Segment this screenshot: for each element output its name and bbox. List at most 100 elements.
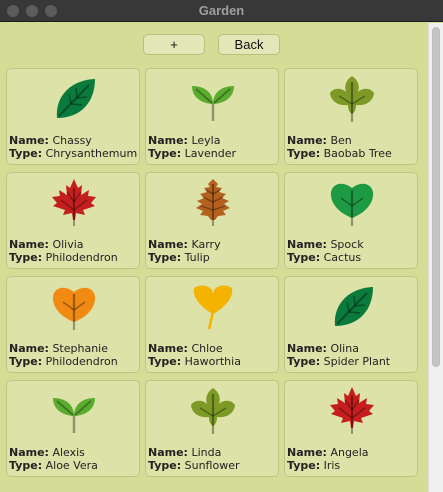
- heart-leaf-icon: [327, 178, 377, 228]
- type-label: Type:: [287, 147, 321, 160]
- plant-name-row: Name: Ben: [287, 134, 392, 147]
- oak-leaf-icon: [188, 178, 238, 228]
- plant-info: Name: Ben Type: Baobab Tree: [287, 134, 392, 160]
- window-titlebar: Garden: [0, 0, 443, 22]
- type-label: Type:: [148, 251, 182, 264]
- plant-name: Spock: [330, 238, 364, 251]
- plant-type: Lavender: [184, 147, 236, 160]
- sprout-icon: [188, 74, 238, 124]
- plant-name: Linda: [191, 446, 222, 459]
- plant-type-row: Type: Baobab Tree: [287, 147, 392, 160]
- plant-name: Leyla: [191, 134, 221, 147]
- plant-name-row: Name: Chassy: [9, 134, 137, 147]
- plant-name: Alexis: [52, 446, 85, 459]
- heart-leaf-icon: [49, 282, 99, 332]
- plant-name-row: Name: Alexis: [9, 446, 98, 459]
- name-label: Name:: [148, 342, 188, 355]
- plant-card[interactable]: Name: Stephanie Type: Philodendron: [6, 276, 140, 373]
- plant-type: Haworthia: [184, 355, 241, 368]
- plant-name-row: Name: Olivia: [9, 238, 118, 251]
- plant-info: Name: Olina Type: Spider Plant: [287, 342, 390, 368]
- add-plant-button[interactable]: +: [143, 34, 205, 55]
- maple-leaf-icon: [49, 178, 99, 228]
- plant-name-row: Name: Stephanie: [9, 342, 118, 355]
- plant-name-row: Name: Angela: [287, 446, 369, 459]
- name-label: Name:: [148, 446, 188, 459]
- plant-info: Name: Olivia Type: Philodendron: [9, 238, 118, 264]
- plant-type-row: Type: Tulip: [148, 251, 221, 264]
- plant-name: Ben: [330, 134, 352, 147]
- name-label: Name:: [287, 238, 327, 251]
- name-label: Name:: [148, 134, 188, 147]
- plant-type-row: Type: Lavender: [148, 147, 236, 160]
- plant-card[interactable]: Name: Olivia Type: Philodendron: [6, 172, 140, 269]
- plant-type-row: Type: Sunflower: [148, 459, 239, 472]
- vertical-scrollbar[interactable]: [428, 23, 443, 492]
- plant-type: Philodendron: [45, 251, 118, 264]
- lobed-leaf-icon: [188, 386, 238, 436]
- type-label: Type:: [287, 251, 321, 264]
- type-label: Type:: [148, 355, 182, 368]
- plant-card[interactable]: Name: Olina Type: Spider Plant: [284, 276, 418, 373]
- plant-name-row: Name: Olina: [287, 342, 390, 355]
- toolbar: + Back: [0, 34, 428, 56]
- name-label: Name:: [9, 342, 49, 355]
- garden-panel: + Back Name: Chassy Type: Chrysanthemum N…: [0, 23, 428, 492]
- plant-card[interactable]: Name: Alexis Type: Aloe Vera: [6, 380, 140, 477]
- plant-card[interactable]: Name: Spock Type: Cactus: [284, 172, 418, 269]
- ginkgo-leaf-icon: [188, 282, 238, 332]
- plant-type-row: Type: Aloe Vera: [9, 459, 98, 472]
- plant-type: Baobab Tree: [323, 147, 392, 160]
- plant-card[interactable]: Name: Chassy Type: Chrysanthemum: [6, 68, 140, 165]
- lobed-leaf-icon: [327, 74, 377, 124]
- plant-name: Chloe: [191, 342, 223, 355]
- type-label: Type:: [9, 147, 43, 160]
- plant-type: Sunflower: [184, 459, 240, 472]
- plant-name-row: Name: Karry: [148, 238, 221, 251]
- plant-info: Name: Chassy Type: Chrysanthemum: [9, 134, 137, 160]
- plant-card[interactable]: Name: Angela Type: Iris: [284, 380, 418, 477]
- plant-name: Stephanie: [52, 342, 109, 355]
- plant-type-row: Type: Spider Plant: [287, 355, 390, 368]
- name-label: Name:: [9, 446, 49, 459]
- type-label: Type:: [287, 459, 321, 472]
- plant-info: Name: Spock Type: Cactus: [287, 238, 364, 264]
- scrollbar-thumb[interactable]: [432, 27, 440, 367]
- type-label: Type:: [9, 251, 43, 264]
- plant-info: Name: Angela Type: Iris: [287, 446, 369, 472]
- name-label: Name:: [287, 134, 327, 147]
- plant-card[interactable]: Name: Chloe Type: Haworthia: [145, 276, 279, 373]
- plant-type-row: Type: Haworthia: [148, 355, 241, 368]
- plant-name-row: Name: Chloe: [148, 342, 241, 355]
- type-label: Type:: [9, 355, 43, 368]
- plant-name: Angela: [330, 446, 369, 459]
- plant-type: Iris: [323, 459, 341, 472]
- plant-name: Karry: [191, 238, 221, 251]
- plant-name-row: Name: Spock: [287, 238, 364, 251]
- simple-leaf-icon: [49, 74, 99, 124]
- type-label: Type:: [148, 459, 182, 472]
- back-button[interactable]: Back: [218, 34, 280, 55]
- plant-type-row: Type: Philodendron: [9, 251, 118, 264]
- plant-info: Name: Leyla Type: Lavender: [148, 134, 236, 160]
- name-label: Name:: [9, 238, 49, 251]
- plant-type-row: Type: Iris: [287, 459, 369, 472]
- name-label: Name:: [287, 342, 327, 355]
- plant-name-row: Name: Linda: [148, 446, 239, 459]
- plant-info: Name: Alexis Type: Aloe Vera: [9, 446, 98, 472]
- plant-type: Spider Plant: [323, 355, 391, 368]
- plant-card[interactable]: Name: Ben Type: Baobab Tree: [284, 68, 418, 165]
- plant-card[interactable]: Name: Linda Type: Sunflower: [145, 380, 279, 477]
- plant-card[interactable]: Name: Karry Type: Tulip: [145, 172, 279, 269]
- type-label: Type:: [287, 355, 321, 368]
- plant-name: Olivia: [52, 238, 84, 251]
- name-label: Name:: [287, 446, 327, 459]
- name-label: Name:: [9, 134, 49, 147]
- plant-info: Name: Stephanie Type: Philodendron: [9, 342, 118, 368]
- plant-card[interactable]: Name: Leyla Type: Lavender: [145, 68, 279, 165]
- maple-leaf-icon: [327, 386, 377, 436]
- type-label: Type:: [148, 147, 182, 160]
- plant-type: Cactus: [323, 251, 362, 264]
- plant-type: Philodendron: [45, 355, 118, 368]
- plant-type: Chrysanthemum: [45, 147, 138, 160]
